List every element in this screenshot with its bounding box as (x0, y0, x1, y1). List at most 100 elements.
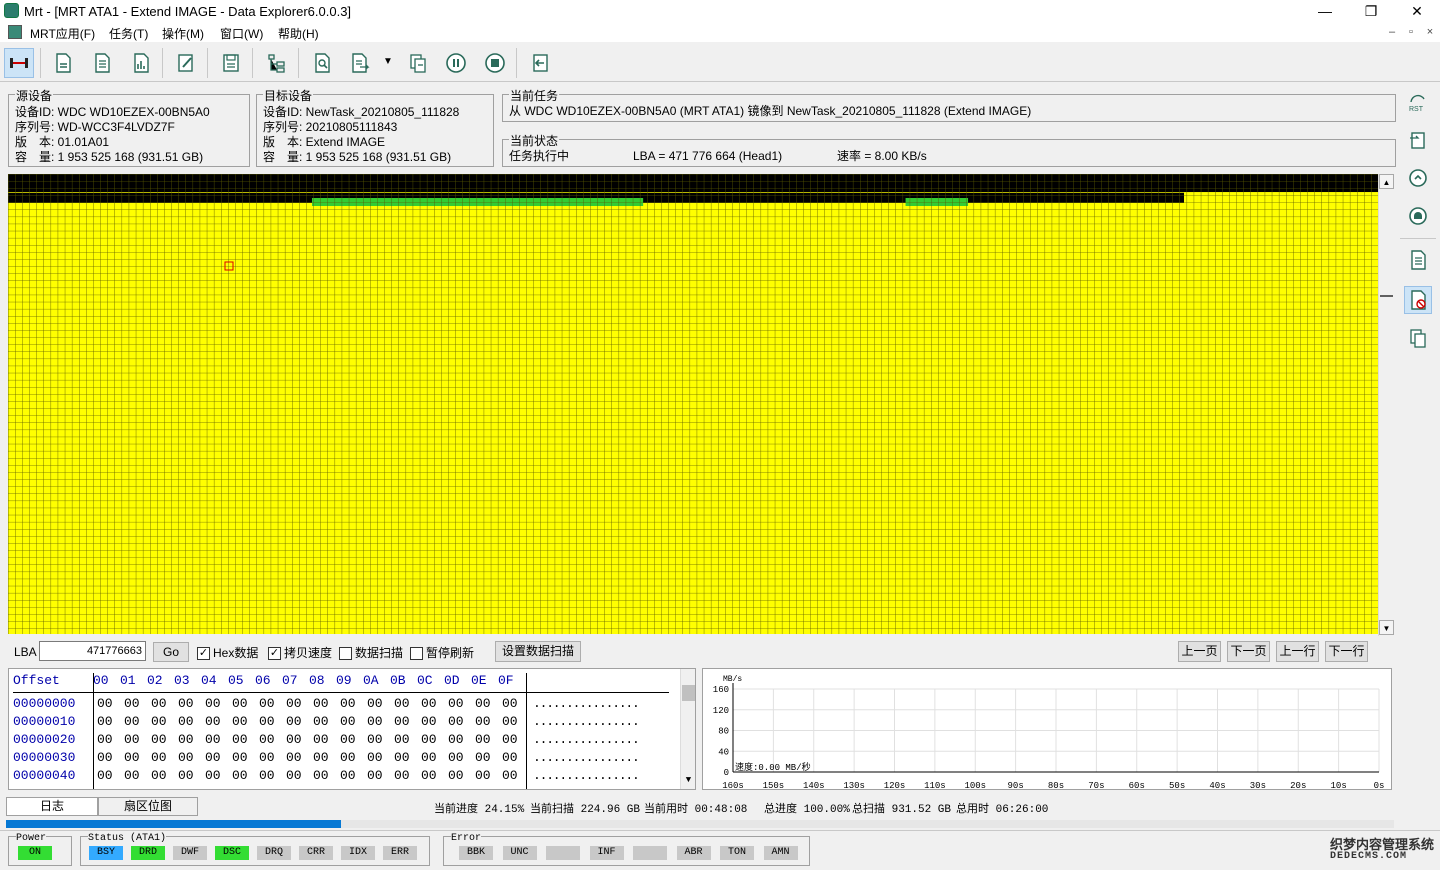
progress-bar (6, 820, 1394, 828)
report-button[interactable] (126, 48, 156, 78)
error-indicator-ton: TON (720, 846, 754, 860)
minimize-button[interactable]: — (1302, 0, 1348, 22)
lba-input[interactable] (39, 641, 146, 661)
hex-byte: 00 (340, 732, 356, 747)
hex-data-checkbox[interactable]: ✓ Hex数据 (197, 644, 258, 661)
hex-byte: 00 (448, 768, 464, 783)
side-tool-5[interactable] (1404, 246, 1432, 274)
data-scan-checkbox[interactable]: 数据扫描 (339, 644, 403, 661)
column-header: 04 (201, 673, 217, 688)
status-indicator-drd: DRD (131, 846, 165, 860)
side-tool-7[interactable] (1404, 324, 1432, 352)
next-page-button[interactable]: 下一页 (1227, 641, 1270, 662)
save-button[interactable] (216, 48, 246, 78)
x-tick-label: 140s (803, 781, 825, 789)
hex-byte: 00 (205, 696, 221, 711)
sector-map[interactable] (8, 174, 1378, 634)
pause-button[interactable] (441, 48, 471, 78)
svg-text:RST: RST (1409, 106, 1424, 113)
hex-byte: 00 (286, 696, 302, 711)
hex-byte: 00 (124, 750, 140, 765)
source-device-group: 源设备 设备ID: WDC WD10EZEX-00BN5A0 序列号: WD-W… (8, 89, 250, 167)
source-device-title: 源设备 (15, 89, 54, 104)
hex-view[interactable]: Offset 00 01 02 03 04 05 06 07 08 09 0A 0B 0C 0D 0E 0F 00… (8, 668, 696, 790)
tab-sector-map[interactable]: 扇区位图 (98, 797, 198, 816)
speed-graph-svg: 160s 150s 140s 130s 120s 110s 100s 90s 80s 70s 60s… (713, 675, 1385, 791)
prev-page-button[interactable]: 上一页 (1178, 641, 1221, 662)
menu-window[interactable]: 窗口(W) (220, 25, 263, 42)
sector-map-scrollbar[interactable]: ▲ ▼ (1378, 174, 1394, 636)
hex-byte: 00 (313, 750, 329, 765)
menu-help[interactable]: 帮助(H) (278, 25, 319, 42)
side-tool-4[interactable] (1404, 202, 1432, 230)
scroll-down-arrow-icon[interactable]: ▼ (1379, 620, 1394, 635)
dropdown-arrow-icon[interactable]: ▼ (380, 54, 396, 70)
progress-bar-fill (6, 820, 342, 828)
target-info-button[interactable] (87, 48, 117, 78)
hex-byte: 00 (97, 750, 113, 765)
side-tool-2[interactable] (1404, 126, 1432, 154)
hex-scroll-thumb[interactable] (682, 685, 695, 701)
x-tick-label: 160s (722, 781, 744, 789)
menu-mrt-app[interactable]: MRT应用(F) (30, 25, 95, 42)
go-button[interactable]: Go (153, 642, 189, 662)
exit-button[interactable] (525, 48, 555, 78)
mdi-restore-button[interactable]: ▫ (1403, 25, 1419, 39)
scroll-up-arrow-icon[interactable]: ▲ (1379, 174, 1394, 189)
edit-button[interactable] (171, 48, 201, 78)
menu-operation[interactable]: 操作(M) (162, 25, 204, 42)
side-separator (1400, 238, 1436, 239)
target-serial: 序列号: 20210805111843 (263, 120, 398, 134)
speed-readout: 速度:0.00 MB/秒 (735, 761, 811, 773)
total-progress: 总进度 100.00% (764, 804, 850, 816)
reset-button[interactable]: RST (1404, 88, 1432, 116)
next-line-button[interactable]: 下一行 (1325, 641, 1368, 662)
menu-task[interactable]: 任务(T) (109, 25, 148, 42)
prev-line-button[interactable]: 上一行 (1276, 641, 1319, 662)
hex-byte: 00 (286, 714, 302, 729)
hex-byte: 00 (178, 750, 194, 765)
set-data-scan-button[interactable]: 设置数据扫描 (495, 641, 581, 662)
doc-arrow-icon (352, 53, 370, 73)
source-info-button[interactable] (48, 48, 78, 78)
copy-speed-checkbox[interactable]: ✓ 拷贝速度 (268, 644, 332, 661)
pause-refresh-checkbox[interactable]: 暂停刷新 (410, 644, 474, 661)
source-serial: 序列号: WD-WCC3F4LVDZ7F (15, 120, 175, 134)
error-group (443, 836, 810, 866)
hex-byte: 00 (259, 714, 275, 729)
hex-offset: 00000030 (13, 750, 76, 765)
title-bar: Mrt - [MRT ATA1 - Extend IMAGE - Data Ex… (0, 0, 1440, 22)
copy-button[interactable] (403, 48, 433, 78)
current-progress: 当前进度 24.15% (434, 804, 525, 816)
hex-scroll-down-icon[interactable]: ▼ (681, 773, 695, 788)
source-version: 版 本: 01.01A01 (15, 135, 110, 149)
check-icon: ✓ (268, 647, 281, 661)
x-tick-label: 90s (1008, 781, 1024, 789)
side-tool-6[interactable] (1404, 286, 1432, 314)
close-button[interactable]: ✕ (1394, 0, 1440, 22)
lba-label: LBA (14, 645, 37, 659)
tree-button[interactable] (262, 48, 292, 78)
connect-button[interactable] (4, 48, 34, 78)
speed-graph: 160s 150s 140s 130s 120s 110s 100s 90s 80s 70s 60s… (702, 668, 1392, 791)
current-task-title: 当前任务 (509, 89, 560, 104)
maximize-button[interactable]: ❐ (1348, 0, 1394, 22)
state-speed: 速率 = 8.00 KB/s (837, 149, 927, 163)
scroll-thumb[interactable] (1380, 295, 1393, 297)
stop-button[interactable] (480, 48, 510, 78)
hex-byte: 00 (313, 732, 329, 747)
hex-scrollbar[interactable]: ▼ (680, 669, 695, 789)
hex-byte: 00 (394, 750, 410, 765)
scan-button[interactable] (307, 48, 337, 78)
mdi-minimize-button[interactable]: – (1384, 25, 1400, 39)
export-button[interactable] (345, 48, 375, 78)
hex-byte: 00 (151, 696, 167, 711)
tab-log[interactable]: 日志 (6, 797, 98, 816)
check-icon: ✓ (197, 647, 210, 661)
hex-byte: 00 (151, 714, 167, 729)
mdi-app-icon (8, 25, 22, 39)
mdi-close-button[interactable]: × (1422, 25, 1438, 39)
side-tool-3[interactable] (1404, 164, 1432, 192)
hex-byte: 00 (97, 768, 113, 783)
hex-row: 00000020 00 00 00 00 00 00 00 00 00 00 00 00 00 00 00 00… (13, 731, 640, 749)
